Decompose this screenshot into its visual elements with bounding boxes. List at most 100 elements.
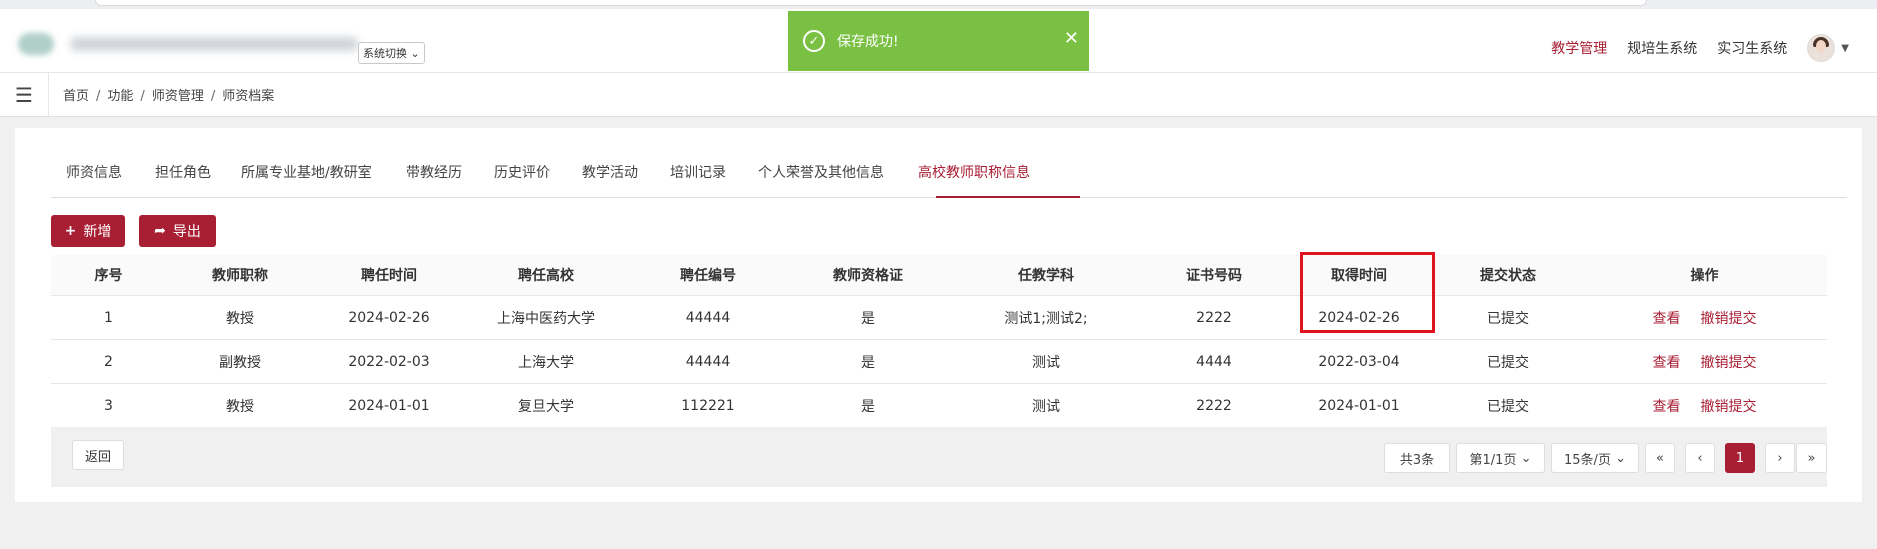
cell-actions: 查看 撤销提交 [1582, 308, 1827, 328]
cell-actions: 查看 撤销提交 [1582, 396, 1827, 416]
next-page-button[interactable]: › [1765, 443, 1795, 473]
cell-status: 已提交 [1487, 354, 1529, 371]
cell-hire-number: 44444 [685, 353, 731, 370]
col-header[interactable]: 取得时间 [1284, 265, 1434, 285]
hamburger-menu-icon[interactable]: ☰ [0, 73, 49, 116]
share-arrow-icon: ➦ [154, 223, 166, 239]
cell-title: 教授 [226, 310, 254, 327]
cell-obtained-date: 2022-03-04 [1318, 353, 1400, 370]
cell-index: 1 [104, 309, 113, 326]
nav-intern-system[interactable]: 实习生系统 [1717, 38, 1787, 58]
cell-status: 已提交 [1487, 310, 1529, 327]
breadcrumb-teacher-management[interactable]: 师资管理 [152, 89, 204, 104]
cell-certificate: 是 [861, 310, 875, 327]
browser-top-strip [0, 0, 1877, 9]
tab-roles[interactable]: 担任角色 [155, 162, 211, 182]
cell-university: 上海大学 [518, 354, 574, 371]
check-circle-icon: ✓ [803, 30, 825, 52]
col-header[interactable]: 证书号码 [1144, 265, 1284, 285]
page-size-select[interactable]: 15条/页 ⌄ [1551, 443, 1639, 473]
tab-professional-title[interactable]: 高校教师职称信息 [918, 162, 1030, 182]
tab-base-department[interactable]: 所属专业基地/教研室 [241, 162, 372, 182]
tab-honors[interactable]: 个人荣誉及其他信息 [758, 162, 884, 182]
breadcrumb-teacher-archive: 师资档案 [222, 89, 275, 104]
active-tab-indicator [936, 196, 1080, 198]
page-select[interactable]: 第1/1页 ⌄ [1456, 443, 1545, 473]
success-toast: ✓ 保存成功! ✕ [788, 11, 1089, 71]
cell-university: 复旦大学 [518, 398, 574, 415]
revoke-link[interactable]: 撤销提交 [1701, 399, 1757, 415]
col-header[interactable]: 聘任编号 [628, 265, 788, 285]
cell-hire-date: 2024-02-26 [348, 309, 430, 326]
table-row: 3 教授 2024-01-01 复旦大学 112221 是 测试 2222 20… [51, 384, 1827, 428]
cell-index: 2 [104, 353, 113, 370]
cell-subject: 测试1;测试2; [1004, 310, 1088, 327]
address-bar [95, 0, 1647, 6]
view-link[interactable]: 查看 [1653, 399, 1681, 415]
table-footer: 返回 共3条 第1/1页 ⌄ 15条/页 ⌄ « ‹ 1 › » [51, 427, 1827, 487]
table-row: 2 副教授 2022-02-03 上海大学 44444 是 测试 4444 20… [51, 340, 1827, 384]
cell-obtained-date: 2024-02-26 [1318, 309, 1400, 326]
table-header-row: 序号 教师职称 聘任时间 聘任高校 聘任编号 教师资格证 任教学科 证书号码 取… [51, 255, 1827, 296]
cell-university: 上海中医药大学 [497, 310, 595, 327]
toast-message: 保存成功! [837, 34, 899, 50]
tab-teaching-experience[interactable]: 带教经历 [406, 162, 462, 182]
col-header[interactable]: 序号 [51, 265, 166, 285]
col-header[interactable]: 教师资格证 [788, 265, 948, 285]
cell-cert-number: 4444 [1196, 353, 1232, 370]
tab-training-records[interactable]: 培训记录 [670, 162, 726, 182]
breadcrumb: 首页 / 功能 / 师资管理 / 师资档案 [63, 89, 275, 104]
main-panel: 师资信息 担任角色 所属专业基地/教研室 带教经历 历史评价 教学活动 培训记录… [15, 128, 1862, 502]
cell-actions: 查看 撤销提交 [1582, 352, 1827, 372]
breadcrumb-bar: ☰ 首页 / 功能 / 师资管理 / 师资档案 [0, 73, 1877, 117]
col-header[interactable]: 教师职称 [166, 265, 314, 285]
add-button[interactable]: + 新增 [51, 215, 125, 247]
cell-obtained-date: 2024-01-01 [1318, 397, 1400, 414]
cell-title: 教授 [226, 398, 254, 415]
export-button[interactable]: ➦ 导出 [139, 215, 216, 247]
cell-subject: 测试 [1032, 398, 1060, 415]
last-page-button[interactable]: » [1796, 443, 1827, 473]
cell-certificate: 是 [861, 398, 875, 415]
cell-certificate: 是 [861, 354, 875, 371]
close-icon[interactable]: ✕ [1064, 28, 1079, 50]
back-button[interactable]: 返回 [72, 440, 124, 470]
cell-hire-date: 2022-02-03 [348, 353, 430, 370]
col-header[interactable]: 任教学科 [948, 265, 1144, 285]
cell-index: 3 [104, 397, 113, 414]
cell-hire-number: 44444 [685, 309, 731, 326]
tab-teaching-activities[interactable]: 教学活动 [582, 162, 638, 182]
breadcrumb-function[interactable]: 功能 [107, 89, 133, 104]
total-count: 共3条 [1384, 443, 1450, 473]
data-table: 序号 教师职称 聘任时间 聘任高校 聘任编号 教师资格证 任教学科 证书号码 取… [51, 255, 1827, 428]
col-header[interactable]: 聘任时间 [314, 265, 464, 285]
cell-cert-number: 2222 [1196, 397, 1232, 414]
user-menu-caret-icon[interactable]: ▼ [1841, 43, 1849, 54]
cell-title: 副教授 [219, 354, 261, 371]
tab-teacher-info[interactable]: 师资信息 [66, 162, 122, 182]
table-row: 1 教授 2024-02-26 上海中医药大学 44444 是 测试1;测试2;… [51, 296, 1827, 340]
plus-icon: + [64, 223, 77, 239]
app-logo [18, 31, 358, 57]
nav-teaching-management[interactable]: 教学管理 [1551, 38, 1607, 58]
col-header[interactable]: 提交状态 [1434, 265, 1582, 285]
cell-hire-date: 2024-01-01 [348, 397, 430, 414]
nav-residency-system[interactable]: 规培生系统 [1627, 38, 1697, 58]
col-header[interactable]: 聘任高校 [464, 265, 628, 285]
tab-bar: 师资信息 担任角色 所属专业基地/教研室 带教经历 历史评价 教学活动 培训记录… [51, 128, 1847, 198]
current-page-button[interactable]: 1 [1725, 443, 1755, 473]
revoke-link[interactable]: 撤销提交 [1701, 311, 1757, 327]
first-page-button[interactable]: « [1645, 443, 1675, 473]
view-link[interactable]: 查看 [1653, 355, 1681, 371]
user-avatar[interactable] [1807, 34, 1836, 62]
cell-subject: 测试 [1032, 354, 1060, 371]
tab-history-evaluation[interactable]: 历史评价 [494, 162, 550, 182]
col-header: 操作 [1690, 268, 1719, 284]
breadcrumb-home[interactable]: 首页 [63, 89, 89, 104]
view-link[interactable]: 查看 [1653, 311, 1681, 327]
header-nav: 教学管理 规培生系统 实习生系统 ▼ [1531, 33, 1849, 63]
prev-page-button[interactable]: ‹ [1685, 443, 1715, 473]
revoke-link[interactable]: 撤销提交 [1701, 355, 1757, 371]
cell-hire-number: 112221 [681, 397, 735, 414]
system-switch-select[interactable]: 系统切换 ⌄ [358, 42, 425, 64]
